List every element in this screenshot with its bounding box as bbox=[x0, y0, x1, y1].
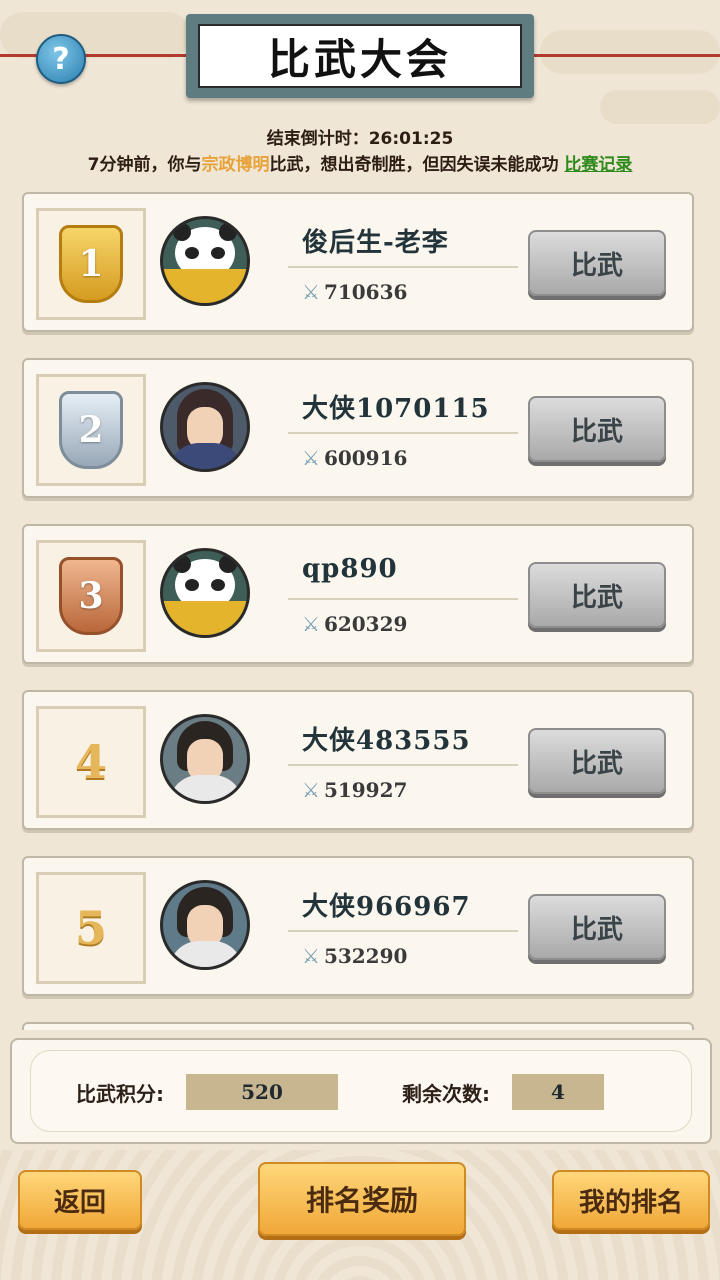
bronze-medal-icon: 3 bbox=[59, 557, 123, 635]
rope-left bbox=[0, 54, 200, 57]
ranking-row: 3 qp890 ⚔ 620329 比武 bbox=[22, 524, 694, 664]
divider bbox=[288, 432, 518, 434]
bg-cloud-1 bbox=[0, 12, 190, 58]
log-suffix: 比武，想出奇制胜，但因失误未能成功 bbox=[269, 155, 559, 175]
countdown-label: 结束倒计时： bbox=[266, 129, 369, 149]
combat-power: ⚔ 532290 bbox=[302, 944, 407, 968]
crossed-swords-icon: ⚔ bbox=[302, 778, 320, 802]
divider bbox=[288, 266, 518, 268]
rank-badge: 5 bbox=[36, 872, 146, 984]
power-value: 710636 bbox=[323, 280, 408, 304]
power-value: 620329 bbox=[323, 612, 408, 636]
bg-cloud-3 bbox=[600, 90, 720, 124]
rank-number: 5 bbox=[74, 901, 107, 955]
log-prefix: 7分钟前，你与 bbox=[87, 155, 202, 175]
rope-right bbox=[520, 54, 720, 57]
power-value: 600916 bbox=[323, 446, 408, 470]
ranking-row-partial bbox=[22, 1022, 694, 1030]
rank-badge: 3 bbox=[36, 540, 146, 652]
ranking-row: 1 俊后生-老李 ⚔ 710636 比武 bbox=[22, 192, 694, 332]
divider bbox=[288, 930, 518, 932]
player-name: 大侠1070115 bbox=[302, 394, 490, 424]
crossed-swords-icon: ⚔ bbox=[302, 280, 320, 304]
ranking-row: 2 大侠1070115 ⚔ 600916 比武 bbox=[22, 358, 694, 498]
silver-medal-icon: 2 bbox=[59, 391, 123, 469]
challenge-button[interactable]: 比武 bbox=[528, 562, 666, 628]
battle-record-link[interactable]: 比赛记录 bbox=[564, 155, 632, 175]
countdown-value: 26:01:25 bbox=[368, 129, 454, 149]
remaining-label: 剩余次数: bbox=[402, 1082, 490, 1106]
player-name: 大侠966967 bbox=[302, 892, 471, 922]
rank-badge: 4 bbox=[36, 706, 146, 818]
help-button[interactable]: ? bbox=[36, 34, 86, 84]
gold-medal-icon: 1 bbox=[59, 225, 123, 303]
combat-power: ⚔ 600916 bbox=[302, 446, 407, 470]
points-value: 520 bbox=[186, 1074, 338, 1110]
ranking-row: 4 大侠483555 ⚔ 519927 比武 bbox=[22, 690, 694, 830]
ranking-row: 5 大侠966967 ⚔ 532290 比武 bbox=[22, 856, 694, 996]
my-rank-button[interactable]: 我的排名 bbox=[552, 1170, 710, 1230]
challenge-button[interactable]: 比武 bbox=[528, 396, 666, 462]
battle-log: 7分钟前，你与宗政博明比武，想出奇制胜，但因失误未能成功 比赛记录 bbox=[0, 150, 720, 175]
combat-power: ⚔ 519927 bbox=[302, 778, 407, 802]
rank-badge: 2 bbox=[36, 374, 146, 486]
score-panel: 比武积分: 520 剩余次数: 4 bbox=[10, 1038, 712, 1144]
crossed-swords-icon: ⚔ bbox=[302, 446, 320, 470]
ranking-rewards-button[interactable]: 排名奖励 bbox=[258, 1162, 466, 1236]
avatar[interactable] bbox=[160, 382, 250, 472]
points-label: 比武积分: bbox=[76, 1082, 164, 1106]
power-value: 532290 bbox=[323, 944, 408, 968]
bg-cloud-2 bbox=[540, 30, 720, 74]
combat-power: ⚔ 620329 bbox=[302, 612, 407, 636]
help-icon: ? bbox=[52, 41, 70, 77]
challenge-button[interactable]: 比武 bbox=[528, 728, 666, 794]
page-title: 比武大会 bbox=[198, 24, 522, 88]
avatar[interactable] bbox=[160, 880, 250, 970]
avatar[interactable] bbox=[160, 216, 250, 306]
combat-power: ⚔ 710636 bbox=[302, 280, 407, 304]
remaining-value: 4 bbox=[512, 1074, 604, 1110]
title-plaque: 比武大会 bbox=[186, 14, 534, 98]
log-opponent: 宗政博明 bbox=[201, 155, 270, 175]
crossed-swords-icon: ⚔ bbox=[302, 612, 320, 636]
challenge-button[interactable]: 比武 bbox=[528, 894, 666, 960]
player-name: qp890 bbox=[302, 554, 398, 584]
rank-number: 4 bbox=[74, 735, 107, 789]
power-value: 519927 bbox=[323, 778, 408, 802]
player-name: 俊后生-老李 bbox=[302, 228, 449, 258]
challenge-button[interactable]: 比武 bbox=[528, 230, 666, 296]
avatar[interactable] bbox=[160, 548, 250, 638]
divider bbox=[288, 764, 518, 766]
crossed-swords-icon: ⚔ bbox=[302, 944, 320, 968]
rank-badge: 1 bbox=[36, 208, 146, 320]
avatar[interactable] bbox=[160, 714, 250, 804]
divider bbox=[288, 598, 518, 600]
ranking-list[interactable]: 1 俊后生-老李 ⚔ 710636 比武 2 大侠1070115 ⚔ 600916 … bbox=[22, 192, 694, 1030]
back-button[interactable]: 返回 bbox=[18, 1170, 142, 1230]
player-name: 大侠483555 bbox=[302, 726, 471, 756]
countdown: 结束倒计时：26:01:25 bbox=[0, 124, 720, 149]
